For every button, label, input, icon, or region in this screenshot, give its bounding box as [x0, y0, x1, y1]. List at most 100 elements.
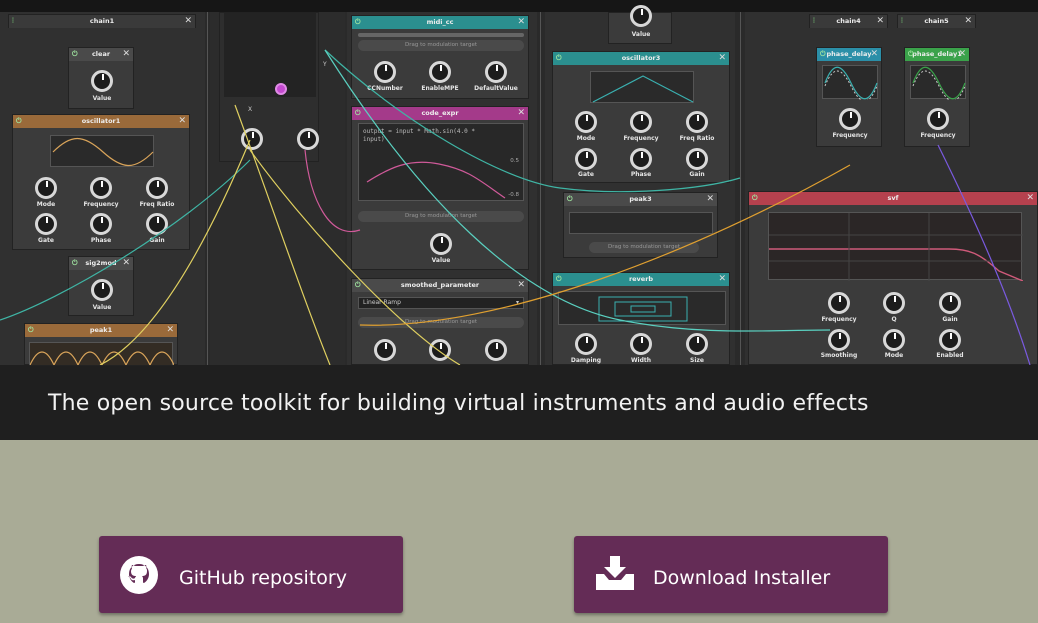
close-icon[interactable]: ✕	[166, 324, 174, 337]
top-value-module[interactable]: Value	[608, 5, 672, 44]
code-editor[interactable]: output = input * Math.sin(4.0 * input) 0…	[358, 123, 524, 201]
power-icon[interactable]: ⏻	[556, 52, 562, 65]
enable-mpe-knob[interactable]	[429, 61, 451, 83]
github-repository-button[interactable]: GitHub repository	[99, 536, 403, 613]
top-value-knob[interactable]	[630, 5, 652, 27]
width-knob[interactable]	[630, 333, 652, 355]
chain5-module[interactable]: ⫶ chain5 ✕	[897, 14, 976, 28]
code-value-knob[interactable]	[430, 233, 452, 255]
xy-pad-cursor[interactable]	[275, 83, 287, 95]
phase-delay-module[interactable]: ⏻ phase_delay ✕ Frequency	[816, 47, 882, 147]
oscillator1-module[interactable]: ⏻ oscillator1 ✕ Mode Frequency Freq Ratio …	[12, 114, 190, 250]
ramp-select-value: Linear Ramp	[363, 299, 401, 306]
svf-q-knob[interactable]	[883, 292, 905, 314]
close-icon[interactable]: ✕	[958, 48, 966, 61]
download-installer-button[interactable]: Download Installer	[574, 536, 888, 613]
phase-delay1-module[interactable]: ⏻ phase_delay1 ✕ Frequency	[904, 47, 970, 147]
power-icon[interactable]: ⏻	[556, 273, 562, 286]
x-knob[interactable]	[241, 128, 263, 150]
svf-response	[768, 212, 1024, 282]
gate-knob[interactable]	[35, 213, 57, 235]
chain1-title: chain1	[89, 17, 115, 25]
enabled-knob[interactable]	[939, 329, 961, 351]
smoothed-parameter-module[interactable]: ⏻ smoothed_parameter ✕ Linear Ramp ▾ Drag …	[351, 278, 529, 365]
power-icon[interactable]: ⏻	[752, 192, 758, 205]
svf-module[interactable]: ⏻ svf ✕ Frequency Q Gain Smoothing Mode En…	[748, 191, 1038, 365]
damping-knob[interactable]	[575, 333, 597, 355]
midi-cc-module[interactable]: ⏻ midi_cc ✕ Drag to modulation target CCNu…	[351, 15, 529, 99]
y-knob[interactable]	[297, 128, 319, 150]
power-icon[interactable]: ⏻	[355, 16, 361, 29]
ramp-select[interactable]: Linear Ramp ▾	[358, 297, 524, 309]
power-icon[interactable]: ⏻	[820, 48, 826, 61]
mode-knob[interactable]	[575, 111, 597, 133]
peak1-module[interactable]: ⏻ peak1 ✕	[24, 323, 178, 367]
close-icon[interactable]: ✕	[876, 15, 884, 28]
peak3-module[interactable]: ⏻ peak3 ✕ Drag to modulation target	[563, 192, 718, 258]
close-icon[interactable]: ✕	[122, 48, 130, 61]
power-icon[interactable]: ⏻	[72, 48, 78, 61]
mode-knob[interactable]	[35, 177, 57, 199]
close-icon[interactable]: ✕	[718, 273, 726, 286]
close-icon[interactable]: ✕	[517, 107, 525, 120]
gate-knob[interactable]	[575, 148, 597, 170]
close-icon[interactable]: ✕	[964, 15, 972, 28]
chain4-module[interactable]: ⫶ chain4 ✕	[809, 14, 888, 28]
svf-frequency-knob[interactable]	[828, 292, 850, 314]
power-icon[interactable]: ⏻	[567, 193, 573, 206]
code-expr-module[interactable]: ⏻ code_expr ✕ output = input * Math.sin(4.…	[351, 106, 529, 270]
xy-pad-module[interactable]: X Y	[219, 12, 327, 162]
smoothed-knob[interactable]	[429, 339, 451, 361]
close-icon[interactable]: ✕	[706, 193, 714, 206]
sig2mod-title: sig2mod	[85, 259, 117, 267]
close-icon[interactable]: ✕	[1026, 192, 1034, 205]
close-icon[interactable]: ✕	[517, 16, 525, 29]
freq-ratio-knob[interactable]	[686, 111, 708, 133]
close-icon[interactable]: ✕	[122, 257, 130, 270]
close-icon[interactable]: ✕	[870, 48, 878, 61]
mode-knob[interactable]	[883, 329, 905, 351]
frequency-knob[interactable]	[90, 177, 112, 199]
close-icon[interactable]: ✕	[184, 15, 192, 28]
close-icon[interactable]: ✕	[718, 52, 726, 65]
power-icon[interactable]: ⏻	[908, 48, 914, 61]
smoothed-knob[interactable]	[374, 339, 396, 361]
reverb-module[interactable]: ⏻ reverb ✕ Damping Width Size	[552, 272, 730, 365]
freq-ratio-knob[interactable]	[146, 177, 168, 199]
knob-label: Freq Ratio	[139, 201, 175, 208]
power-icon[interactable]: ⏻	[16, 115, 22, 128]
clear-module[interactable]: ⏻ clear ✕ Value	[68, 47, 134, 109]
close-icon[interactable]: ✕	[517, 279, 525, 292]
oscillator3-module[interactable]: ⏻ oscillator3 ✕ Mode Frequency Freq Ratio …	[552, 51, 730, 183]
power-icon[interactable]: ⏻	[72, 257, 78, 270]
chain1-module[interactable]: ⫶ chain1 ✕	[8, 14, 196, 28]
drag-target[interactable]: Drag to modulation target	[358, 211, 524, 222]
midi-slider[interactable]	[358, 33, 524, 37]
sig2mod-module[interactable]: ⏻ sig2mod ✕ Value	[68, 256, 134, 316]
power-icon[interactable]: ⏻	[28, 324, 34, 337]
xy-pad-area[interactable]	[224, 13, 316, 97]
drag-target[interactable]: Drag to modulation target	[358, 40, 524, 51]
power-icon[interactable]: ⏻	[355, 107, 361, 120]
smoothing-knob[interactable]	[828, 329, 850, 351]
peak3-waveform	[569, 212, 713, 234]
default-value-knob[interactable]	[485, 61, 507, 83]
frequency-knob[interactable]	[839, 108, 861, 130]
close-icon[interactable]: ✕	[178, 115, 186, 128]
gain-knob[interactable]	[146, 213, 168, 235]
svf-gain-knob[interactable]	[939, 292, 961, 314]
drag-target[interactable]: Drag to modulation target	[358, 317, 524, 328]
cc-number-knob[interactable]	[374, 61, 396, 83]
clear-value-knob[interactable]	[91, 70, 113, 92]
phase-delay-title: phase_delay	[826, 50, 872, 58]
phase-knob[interactable]	[630, 148, 652, 170]
sig2mod-value-knob[interactable]	[91, 279, 113, 301]
power-icon[interactable]: ⏻	[355, 279, 361, 292]
phase-knob[interactable]	[90, 213, 112, 235]
frequency-knob[interactable]	[927, 108, 949, 130]
size-knob[interactable]	[686, 333, 708, 355]
drag-target[interactable]: Drag to modulation target	[589, 242, 699, 253]
smoothed-knob[interactable]	[485, 339, 507, 361]
frequency-knob[interactable]	[630, 111, 652, 133]
gain-knob[interactable]	[686, 148, 708, 170]
